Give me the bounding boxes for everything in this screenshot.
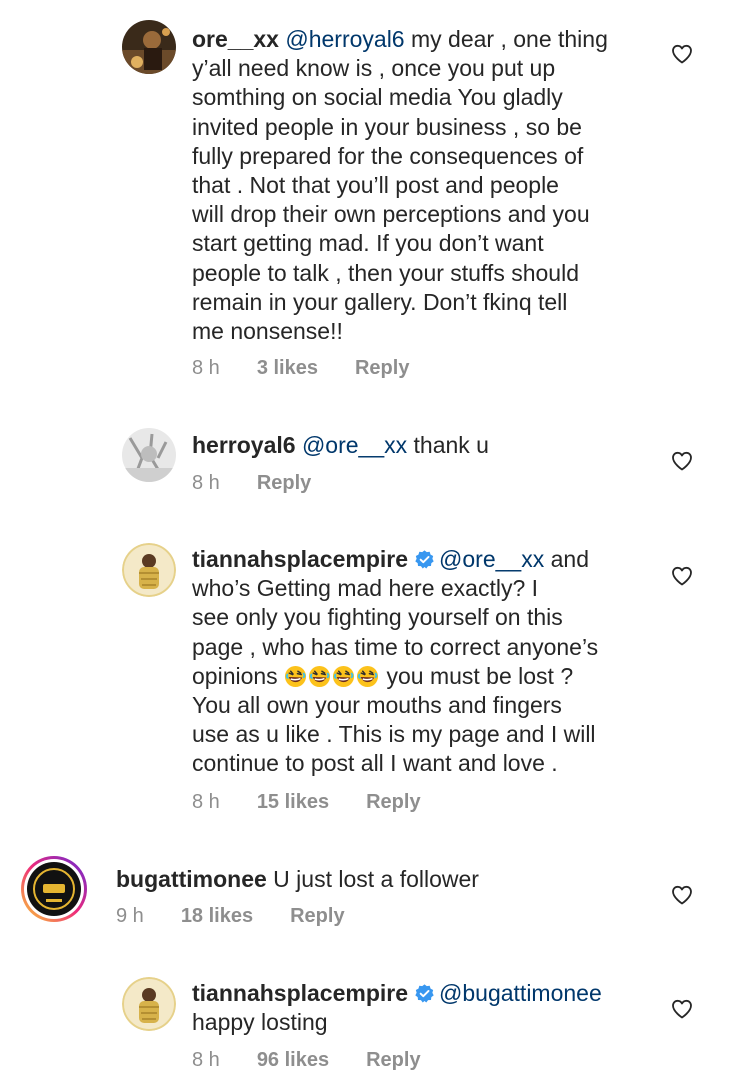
rolling-on-floor-laughing-emoji: [332, 665, 355, 688]
mention-link[interactable]: @herroyal6: [285, 26, 404, 52]
text-line: my dear , one thing: [404, 26, 608, 52]
username[interactable]: bugattimonee: [116, 866, 267, 892]
avatar[interactable]: [122, 428, 176, 482]
text-line: will drop their own perceptions and you: [192, 201, 590, 228]
timestamp: 8 h: [192, 357, 220, 379]
username[interactable]: tiannahsplacempire: [192, 546, 408, 572]
heart-outline-icon[interactable]: [670, 449, 694, 473]
text-line: that . Not that you’ll post and people: [192, 172, 559, 199]
avatar[interactable]: [21, 856, 87, 922]
mention-link[interactable]: @ore__xx: [302, 432, 407, 458]
heart-outline-icon[interactable]: [670, 42, 694, 66]
reply-button[interactable]: Reply: [257, 472, 311, 495]
heart-outline-icon[interactable]: [670, 997, 694, 1021]
rolling-on-floor-laughing-emoji: [308, 665, 331, 688]
comment-text: tiannahsplacempire @ore__xx and who’s Get…: [192, 545, 662, 779]
text-line: happy losting: [192, 1009, 328, 1036]
rolling-on-floor-laughing-emoji: [356, 665, 379, 688]
comment-text: bugattimonee U just lost a follower: [116, 865, 616, 894]
like-count[interactable]: 96 likes: [257, 1049, 329, 1072]
reply-button[interactable]: Reply: [290, 905, 344, 928]
verified-badge-icon: [414, 549, 435, 570]
like-count[interactable]: 18 likes: [181, 905, 253, 928]
mention-link[interactable]: @ore__xx: [439, 546, 544, 572]
text-line: page , who has time to correct anyone’s: [192, 633, 599, 660]
text-line: thank u: [407, 432, 489, 458]
comment-meta: 9 h 18 likes Reply: [116, 905, 382, 928]
comment-text: tiannahsplacempire @bugattimonee happy lo…: [192, 979, 662, 1037]
reply-button[interactable]: Reply: [366, 1049, 420, 1072]
avatar[interactable]: [122, 977, 176, 1031]
username[interactable]: herroyal6: [192, 432, 296, 458]
comment-meta: 8 h 3 likes Reply: [192, 357, 446, 380]
timestamp: 8 h: [192, 472, 220, 494]
timestamp: 8 h: [192, 791, 220, 813]
username[interactable]: tiannahsplacempire: [192, 980, 408, 1006]
text-line: who’s Getting mad here exactly? I: [192, 575, 539, 602]
verified-badge-icon: [414, 983, 435, 1004]
text-line: use as u like . This is my page and I wi…: [192, 721, 596, 748]
rolling-on-floor-laughing-emoji: [284, 665, 307, 688]
avatar[interactable]: [122, 20, 176, 74]
reply-button[interactable]: Reply: [366, 791, 420, 814]
text-line: opinions: [192, 662, 285, 689]
text-line: and: [544, 546, 589, 572]
text-line: fully prepared for the consequences of: [192, 142, 584, 169]
like-count[interactable]: 15 likes: [257, 791, 329, 814]
timestamp: 8 h: [192, 1049, 220, 1071]
heart-outline-icon[interactable]: [670, 564, 694, 588]
text-line: y’all need know is , once you put up: [192, 55, 556, 82]
username[interactable]: ore__xx: [192, 26, 279, 52]
text-line: invited people in your business , so be: [192, 113, 582, 140]
mention-link[interactable]: @bugattimonee: [439, 980, 602, 1006]
text-line: remain in your gallery. Don’t fkinq tell: [192, 288, 568, 315]
text-line: You all own your mouths and fingers: [192, 692, 562, 719]
heart-outline-icon[interactable]: [670, 883, 694, 907]
text-line: me nonsense!!: [192, 318, 343, 345]
text-line: somthing on social media You gladly: [192, 84, 563, 111]
text-line: people to talk , then your stuffs should: [192, 259, 579, 286]
avatar[interactable]: [122, 543, 176, 597]
comment-text: herroyal6 @ore__xx thank u: [192, 431, 652, 460]
text-line: you must be lost ?: [380, 662, 574, 689]
comment-meta: 8 h 15 likes Reply: [192, 791, 458, 814]
comment-meta: 8 h 96 likes Reply: [192, 1049, 458, 1072]
text-line: see only you fighting yourself on this: [192, 604, 563, 631]
text-line: continue to post all I want and love .: [192, 750, 558, 777]
reply-button[interactable]: Reply: [355, 357, 409, 380]
comment-meta: 8 h Reply: [192, 472, 348, 495]
comment-text: ore__xx @herroyal6 my dear , one thing y…: [192, 25, 652, 346]
text-line: U just lost a follower: [266, 866, 479, 892]
like-count[interactable]: 3 likes: [257, 357, 318, 380]
text-line: start getting mad. If you don’t want: [192, 230, 544, 257]
timestamp: 9 h: [116, 905, 144, 927]
